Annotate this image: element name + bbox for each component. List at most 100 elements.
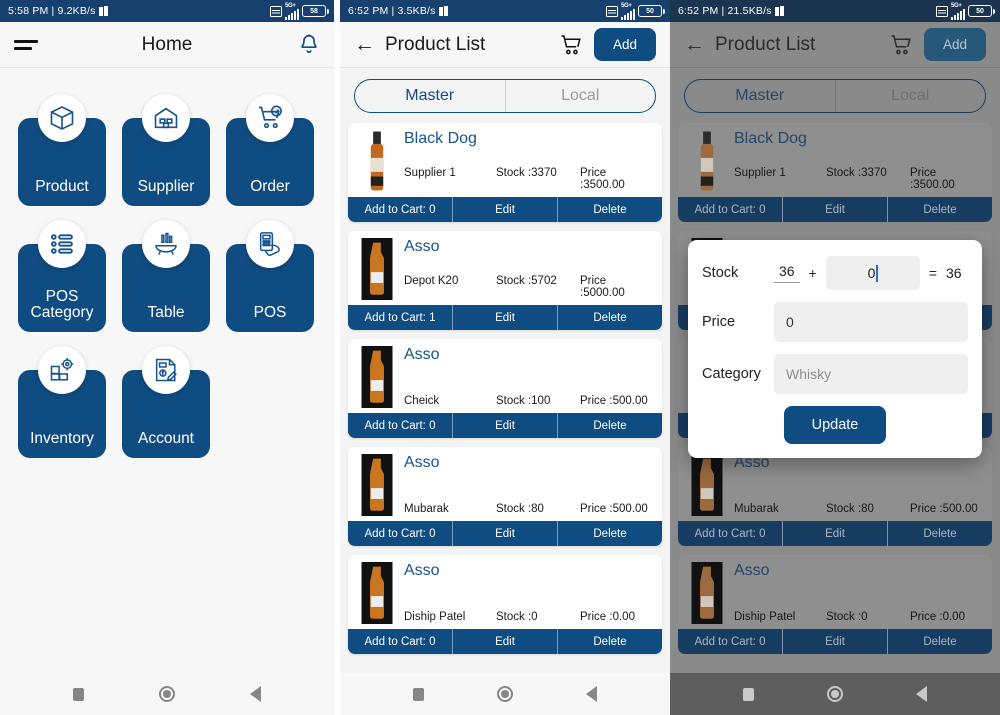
data-transfer-icon: [774, 5, 784, 17]
stock-value: Stock :3370: [496, 167, 557, 179]
tile-table[interactable]: Table: [122, 220, 210, 332]
circle-home-icon[interactable]: [496, 686, 513, 702]
edit-button[interactable]: Edit: [452, 521, 557, 546]
signal-bars-icon: [621, 8, 635, 20]
stock-add-value: 0: [867, 265, 876, 281]
edit-button[interactable]: Edit: [452, 305, 557, 330]
delete-button[interactable]: Delete: [557, 629, 662, 654]
screen-home: 5:58 PM | 9.2KB/s 5G+ 58 Home Product Su…: [0, 0, 334, 715]
screen-product-list: 6:52 PM | 3.5KB/s 5G+ 50 ← Product List: [340, 0, 670, 715]
triangle-back-icon[interactable]: [916, 686, 928, 702]
battery-level: 50: [646, 7, 654, 15]
circle-home-icon[interactable]: [158, 686, 175, 702]
tab-master[interactable]: Master: [355, 80, 505, 112]
status-network-speed: 3.5KB/s: [397, 5, 436, 17]
update-button[interactable]: Update: [783, 406, 887, 444]
stock-value: Stock :100: [496, 395, 551, 407]
edit-button[interactable]: Edit: [782, 521, 887, 546]
tile-account[interactable]: Account: [122, 346, 210, 458]
back-arrow-icon[interactable]: ←: [354, 34, 375, 55]
add-to-cart-button[interactable]: Add to Cart: 1: [348, 305, 452, 330]
square-recents-icon[interactable]: [412, 687, 424, 701]
delete-button[interactable]: Delete: [887, 629, 992, 654]
supplier-value: Mubarak: [734, 503, 779, 515]
shopping-cart-icon[interactable]: [889, 33, 913, 57]
add-to-cart-button[interactable]: Add to Cart: 0: [348, 197, 452, 222]
stock-add-input[interactable]: 0: [825, 256, 920, 290]
price-input[interactable]: 0: [774, 302, 968, 342]
add-to-cart-button[interactable]: Add to Cart: 0: [678, 629, 782, 654]
square-recents-icon[interactable]: [742, 687, 754, 701]
signal-strength-icon: 5G+: [951, 3, 965, 20]
tile-pos[interactable]: POS: [226, 220, 314, 332]
status-network-speed: 9.2KB/s: [57, 5, 96, 17]
add-to-cart-button[interactable]: Add to Cart: 0: [348, 629, 452, 654]
whisky-bottle-icon: [686, 129, 728, 193]
table-row: Asso Diship Patel Stock :0 Price :0.00 A…: [348, 555, 662, 654]
tile-supplier[interactable]: Supplier: [122, 94, 210, 206]
sim-card-icon: [606, 5, 618, 17]
stock-value: Stock :5702: [496, 275, 557, 287]
tab-master[interactable]: Master: [685, 80, 835, 112]
shopping-cart-icon[interactable]: [559, 33, 583, 57]
back-arrow-icon[interactable]: ←: [684, 34, 705, 55]
add-to-cart-button[interactable]: Add to Cart: 0: [348, 521, 452, 546]
delete-button[interactable]: Delete: [557, 197, 662, 222]
price-label: Price: [702, 314, 736, 330]
add-to-cart-button[interactable]: Add to Cart: 0: [678, 197, 782, 222]
add-to-cart-button[interactable]: Add to Cart: 0: [348, 413, 452, 438]
supplier-value: Supplier 1: [404, 167, 456, 179]
stock-value: Stock :0: [826, 611, 868, 623]
edit-button[interactable]: Edit: [452, 629, 557, 654]
add-button[interactable]: Add: [923, 28, 986, 61]
add-button[interactable]: Add: [593, 28, 656, 61]
home-tile-grid: Product Supplier Order POS Category Tabl…: [0, 68, 334, 673]
row-actions: Add to Cart: 0 Edit Delete: [348, 197, 662, 222]
delete-button[interactable]: Delete: [557, 305, 662, 330]
status-left: 6:52 PM | 3.5KB/s: [348, 5, 448, 17]
product-meta: Diship Patel Stock :0 Price :0.00: [734, 611, 984, 625]
tab-local[interactable]: Local: [834, 80, 986, 112]
product-meta: Mubarak Stock :80 Price :500.00: [404, 503, 654, 517]
row-actions: Add to Cart: 0 Edit Delete: [678, 197, 992, 222]
battery-icon: 58: [302, 5, 329, 17]
product-details: Black Dog Supplier 1 Stock :3370 Price :…: [398, 129, 654, 193]
delete-button[interactable]: Delete: [557, 521, 662, 546]
delete-button[interactable]: Delete: [557, 413, 662, 438]
edit-button[interactable]: Edit: [782, 629, 887, 654]
tile-container: Product Supplier Order POS Category Tabl…: [18, 94, 316, 458]
product-list[interactable]: Black Dog Supplier 1 Stock :3370 Price :…: [340, 119, 670, 673]
stock-result-value: 36: [946, 265, 962, 281]
category-label: Category: [702, 366, 761, 382]
triangle-back-icon[interactable]: [586, 686, 598, 702]
edit-button[interactable]: Edit: [782, 197, 887, 222]
page-title: Home: [141, 33, 193, 55]
price-value: Price :0.00: [580, 611, 635, 623]
product-meta: Supplier 1 Stock :3370 Price :3500.00: [734, 167, 984, 193]
delete-button[interactable]: Delete: [887, 197, 992, 222]
tile-label: Account: [137, 430, 194, 448]
edit-button[interactable]: Edit: [452, 197, 557, 222]
tile-inventory[interactable]: Inventory: [18, 346, 106, 458]
tile-pos-category[interactable]: POS Category: [18, 220, 106, 332]
edit-button[interactable]: Edit: [452, 413, 557, 438]
tab-local[interactable]: Local: [504, 80, 656, 112]
tile-label: Inventory: [30, 430, 94, 448]
notification-bell-icon[interactable]: [298, 33, 320, 57]
app-bar-home: Home: [0, 22, 334, 68]
tile-order[interactable]: Order: [226, 94, 314, 206]
tile-product[interactable]: Product: [18, 94, 106, 206]
signal-bars-icon: [285, 8, 299, 20]
square-recents-icon[interactable]: [73, 687, 85, 701]
delete-button[interactable]: Delete: [887, 521, 992, 546]
table-row: Asso Mubarak Stock :80 Price :500.00 Add…: [678, 447, 992, 546]
triangle-back-icon[interactable]: [249, 686, 261, 702]
table-row: Asso Depot K20 Stock :5702 Price :5000.0…: [348, 231, 662, 330]
price-value: Price :5000.00: [580, 275, 625, 299]
add-to-cart-button[interactable]: Add to Cart: 0: [678, 521, 782, 546]
battery-icon: 50: [968, 5, 995, 17]
circle-home-icon[interactable]: [826, 686, 843, 702]
app-bar-product-list: ← Product List Add: [340, 22, 670, 68]
system-navigation-bar: [0, 673, 334, 715]
category-input[interactable]: Whisky: [774, 354, 968, 394]
